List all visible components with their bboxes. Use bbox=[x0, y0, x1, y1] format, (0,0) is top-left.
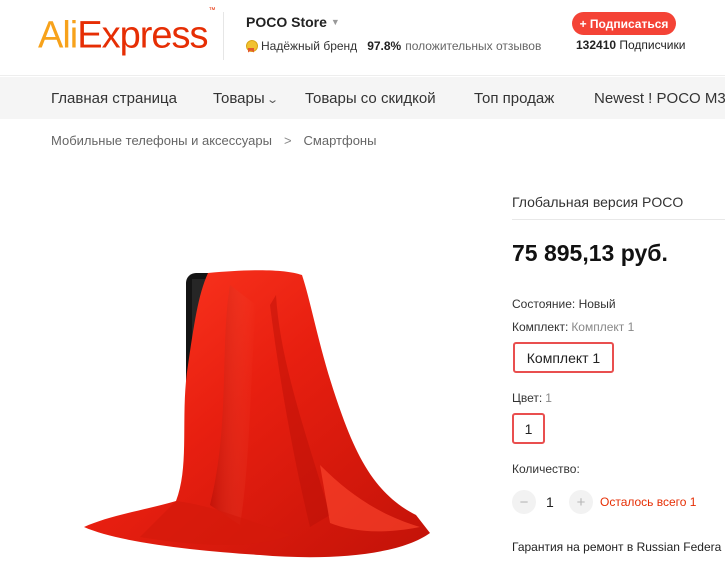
color-row: Цвет: 1 bbox=[512, 391, 552, 405]
stock-remaining-note: Осталось всего 1 bbox=[600, 495, 697, 509]
warranty-info: Гарантия на ремонт в Russian Federa bbox=[512, 540, 722, 554]
color-label: Цвет: bbox=[512, 391, 543, 405]
quantity-increase-button[interactable]: + bbox=[569, 490, 593, 514]
condition-value: Новый bbox=[578, 297, 616, 311]
store-name-dropdown[interactable]: POCO Store ▼ bbox=[246, 14, 340, 30]
nav-item-discounts[interactable]: Товары со скидкой bbox=[305, 90, 436, 107]
product-image[interactable] bbox=[80, 265, 440, 561]
color-value: 1 bbox=[545, 391, 552, 405]
logo-part-express: Express bbox=[77, 14, 208, 57]
store-nav: Главная страница Товары⌄ Товары со скидк… bbox=[0, 77, 725, 119]
quantity-decrease-button[interactable]: − bbox=[512, 490, 536, 514]
kit-row: Комплект: Комплект 1 bbox=[512, 320, 634, 334]
breadcrumb: Мобильные телефоны и аксессуары > Смартфон… bbox=[51, 133, 376, 148]
subscribers-label: Подписчики bbox=[619, 38, 686, 52]
kit-value: Комплект 1 bbox=[571, 320, 635, 334]
color-option-selected[interactable]: 1 bbox=[512, 413, 545, 444]
kit-option-selected[interactable]: Комплект 1 bbox=[513, 342, 614, 373]
product-price: 75 895,13 руб. bbox=[512, 240, 668, 266]
subscribers-count: 132410 bbox=[576, 38, 617, 52]
logo-part-ali: Ali bbox=[38, 14, 78, 57]
store-name: POCO Store bbox=[246, 14, 327, 30]
nav-item-home[interactable]: Главная страница bbox=[51, 90, 177, 107]
nav-item-top-sales[interactable]: Топ продаж bbox=[474, 90, 554, 107]
store-meta: Надёжный бренд 97.8% положительных отзыв… bbox=[246, 39, 541, 53]
product-subtitle: Глобальная версия POCO bbox=[512, 194, 684, 210]
condition-row: Состояние: Новый bbox=[512, 297, 616, 311]
trusted-brand-badge: Надёжный бренд bbox=[261, 39, 358, 53]
condition-label: Состояние: bbox=[512, 297, 576, 311]
nav-item-products-label: Товары bbox=[213, 90, 265, 107]
header-divider bbox=[223, 12, 224, 60]
quantity-row: Количество: bbox=[512, 462, 580, 476]
kit-label: Комплект: bbox=[512, 320, 569, 334]
phone-under-red-cloth-illustration bbox=[84, 270, 430, 558]
breadcrumb-item-phones[interactable]: Мобильные телефоны и аксессуары bbox=[51, 133, 272, 148]
aliexpress-logo[interactable]: AliExpress™ bbox=[38, 7, 216, 57]
breadcrumb-item-smartphones[interactable]: Смартфоны bbox=[304, 133, 377, 148]
subscribers: 132410 Подписчики bbox=[576, 38, 685, 52]
subscribe-button[interactable]: + Подписаться bbox=[572, 12, 676, 35]
chevron-down-icon: ▼ bbox=[330, 17, 340, 27]
nav-item-products[interactable]: Товары⌄ bbox=[213, 90, 279, 107]
site-header: AliExpress™ POCO Store ▼ Надёжный бренд … bbox=[0, 0, 725, 76]
quantity-label: Количество: bbox=[512, 462, 580, 476]
quantity-value[interactable]: 1 bbox=[546, 494, 554, 510]
positive-feedback-percent: 97.8% bbox=[367, 39, 402, 53]
positive-feedback-label: положительных отзывов bbox=[405, 39, 542, 53]
divider bbox=[512, 219, 725, 220]
chevron-down-icon: ⌄ bbox=[265, 94, 279, 106]
logo-trademark: ™ bbox=[208, 7, 216, 14]
nav-item-newest[interactable]: Newest ! POCO M3 bbox=[594, 90, 725, 107]
medal-icon bbox=[246, 39, 258, 53]
breadcrumb-separator-icon: > bbox=[283, 133, 292, 148]
